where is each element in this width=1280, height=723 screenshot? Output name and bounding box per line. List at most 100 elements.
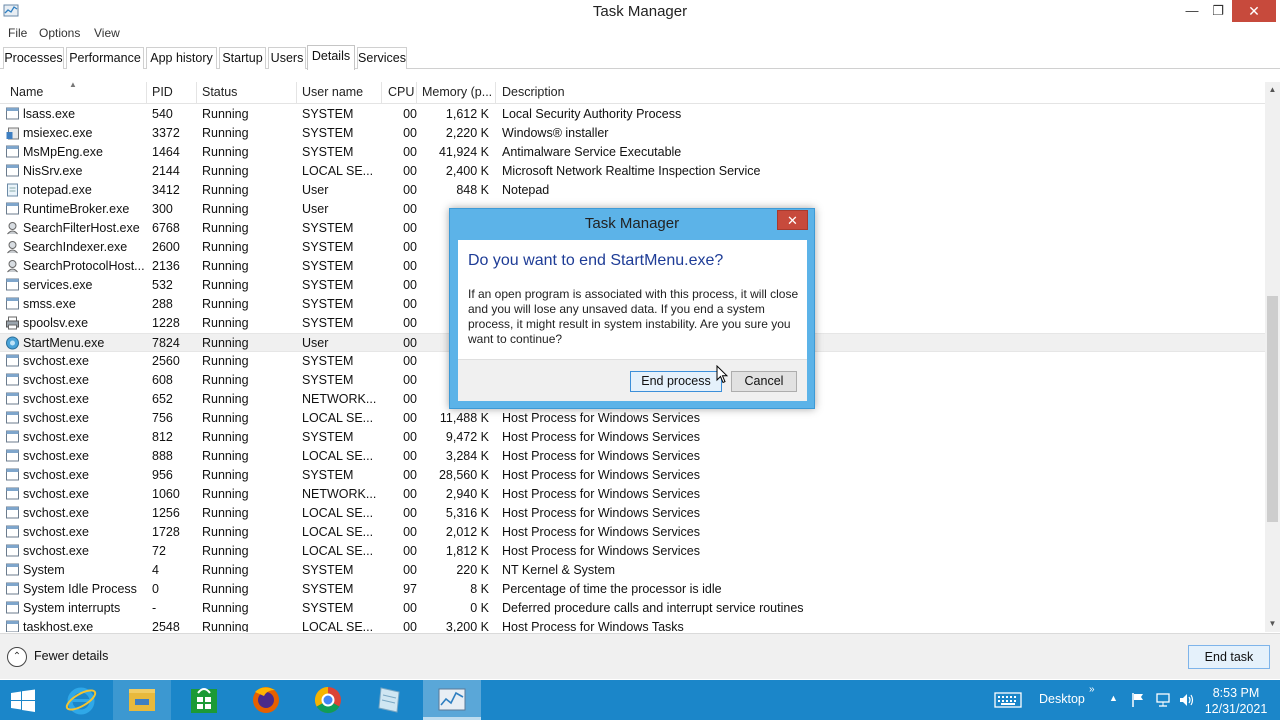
process-name: services.exe (23, 278, 93, 292)
tab-processes[interactable]: Processes (3, 47, 64, 69)
maximize-button[interactable]: ❐ (1206, 0, 1230, 22)
internet-explorer-icon[interactable] (52, 680, 110, 720)
table-row[interactable]: notepad.exe 3412 Running User 00 848 K Notepad (0, 181, 1265, 200)
tab-startup[interactable]: Startup (219, 47, 266, 69)
column-divider[interactable] (296, 82, 297, 104)
windows-start-icon[interactable] (8, 689, 38, 713)
chevron-up-circle-icon[interactable]: ⌃ (7, 647, 27, 667)
tab-app-history[interactable]: App history (146, 47, 217, 69)
column-divider[interactable] (146, 82, 147, 104)
desktop-toolbar-label[interactable]: Desktop (1039, 692, 1085, 706)
chrome-icon[interactable] (299, 680, 357, 720)
process-description: NT Kernel & System (502, 563, 616, 577)
process-pid: 532 (152, 278, 173, 292)
column-divider[interactable] (495, 82, 496, 104)
dialog-close-button[interactable]: ✕ (777, 210, 808, 230)
table-row[interactable]: msiexec.exe 3372 Running SYSTEM 00 2,220 K Win… (0, 124, 1265, 143)
notepad-app-icon[interactable] (361, 680, 419, 720)
tab-details[interactable]: Details (307, 45, 355, 70)
column-header-pid[interactable]: PID (152, 85, 173, 99)
process-description: Percentage of time the processor is idle (502, 582, 722, 596)
minimize-button[interactable]: — (1180, 0, 1204, 22)
volume-icon[interactable] (1179, 692, 1195, 708)
menu-file[interactable]: File (8, 26, 27, 40)
column-divider[interactable] (416, 82, 417, 104)
table-row[interactable]: svchost.exe 812 Running SYSTEM 00 9,472 K Host… (0, 428, 1265, 447)
show-hidden-icons-chevron-icon[interactable]: ▲ (1109, 693, 1118, 703)
clock-date[interactable]: 12/31/2021 (1200, 702, 1272, 716)
notepad-icon (7, 183, 18, 197)
process-name: svchost.exe (23, 392, 90, 406)
fewer-details-link[interactable]: Fewer details (34, 649, 108, 663)
cancel-button[interactable]: Cancel (731, 371, 797, 392)
table-row[interactable]: System Idle Process 0 Running SYSTEM 97 8 K Pe… (0, 580, 1265, 599)
process-status: Running (202, 278, 249, 292)
process-cpu: 00 (403, 506, 417, 520)
toolbar-expand-icon[interactable]: » (1089, 684, 1095, 695)
end-task-button[interactable]: End task (1188, 645, 1270, 669)
process-memory: 2,400 K (445, 164, 489, 178)
vertical-scrollbar[interactable]: ▲ ▼ (1265, 82, 1280, 632)
process-memory: 28,560 K (438, 468, 489, 482)
touch-keyboard-icon[interactable] (994, 692, 1022, 708)
process-description: Microsoft Network Realtime Inspection Se… (502, 164, 761, 178)
table-row[interactable]: lsass.exe 540 Running SYSTEM 00 1,612 K Local … (0, 105, 1265, 124)
scroll-down-arrow-icon[interactable]: ▼ (1265, 616, 1280, 632)
process-pid: 1256 (152, 506, 180, 520)
process-name: System (23, 563, 65, 577)
process-description: Deferred procedure calls and interrupt s… (502, 601, 804, 615)
process-pid: 288 (152, 297, 173, 311)
scroll-up-arrow-icon[interactable]: ▲ (1265, 82, 1280, 98)
column-header-description[interactable]: Description (502, 85, 565, 99)
close-button[interactable]: ✕ (1232, 0, 1276, 22)
table-row[interactable]: svchost.exe 756 Running LOCAL SE... 00 11,488… (0, 409, 1265, 428)
tab-users[interactable]: Users (268, 47, 306, 69)
table-row[interactable]: svchost.exe 888 Running LOCAL SE... 00 3,284 … (0, 447, 1265, 466)
action-center-flag-icon[interactable] (1131, 692, 1145, 708)
table-row[interactable]: svchost.exe 1728 Running LOCAL SE... 00 2,012… (0, 523, 1265, 542)
process-name: notepad.exe (23, 183, 92, 197)
table-row[interactable]: svchost.exe 72 Running LOCAL SE... 00 1,812 K… (0, 542, 1265, 561)
table-row[interactable]: System 4 Running SYSTEM 00 220 K NT Kernel & S… (0, 561, 1265, 580)
column-header-memory[interactable]: Memory (p... (422, 85, 492, 99)
table-row[interactable]: svchost.exe 1256 Running LOCAL SE... 00 5,316… (0, 504, 1265, 523)
file-explorer-icon[interactable] (113, 680, 171, 720)
task-manager-icon[interactable] (423, 680, 481, 720)
column-divider[interactable] (381, 82, 382, 104)
process-cpu: 00 (403, 487, 417, 501)
end-process-button[interactable]: End process (630, 371, 722, 392)
table-row[interactable]: System interrupts - Running SYSTEM 00 0 K Defe… (0, 599, 1265, 618)
table-row[interactable]: taskhost.exe 2548 Running LOCAL SE... 00 3,20… (0, 618, 1265, 632)
column-header-status[interactable]: Status (202, 85, 237, 99)
process-user: SYSTEM (302, 373, 354, 387)
process-description: Host Process for Windows Services (502, 487, 700, 501)
tab-performance[interactable]: Performance (66, 47, 144, 69)
process-memory: 11,488 K (439, 411, 489, 425)
column-header-user-name[interactable]: User name (302, 85, 363, 99)
process-cpu: 00 (403, 411, 417, 425)
clock-time[interactable]: 8:53 PM (1206, 686, 1266, 700)
network-icon[interactable] (1155, 692, 1171, 708)
menu-view[interactable]: View (94, 26, 120, 40)
column-header-cpu[interactable]: CPU (388, 85, 414, 99)
store-icon[interactable] (175, 680, 233, 720)
process-cpu: 00 (403, 430, 417, 444)
process-pid: - (152, 601, 157, 615)
process-name: svchost.exe (23, 506, 90, 520)
tab-services[interactable]: Services (357, 47, 407, 69)
process-status: Running (202, 259, 249, 273)
scroll-thumb[interactable] (1267, 296, 1278, 522)
column-header-name[interactable]: Name (10, 85, 43, 99)
process-status: Running (202, 336, 249, 350)
process-status: Running (202, 487, 249, 501)
menu-options[interactable]: Options (39, 26, 80, 40)
table-row[interactable]: svchost.exe 1060 Running NETWORK... 00 2,940 … (0, 485, 1265, 504)
column-divider[interactable] (196, 82, 197, 104)
process-name: SearchIndexer.exe (23, 240, 128, 254)
table-row[interactable]: MsMpEng.exe 1464 Running SYSTEM 00 41,924 K An… (0, 143, 1265, 162)
table-row[interactable]: svchost.exe 956 Running SYSTEM 00 28,560 K Hos… (0, 466, 1265, 485)
firefox-icon[interactable] (237, 680, 295, 720)
table-row[interactable]: NisSrv.exe 2144 Running LOCAL SE... 00 2,400 … (0, 162, 1265, 181)
process-pid: 1060 (152, 487, 180, 501)
dialog-button-bar: End process Cancel (458, 359, 807, 401)
